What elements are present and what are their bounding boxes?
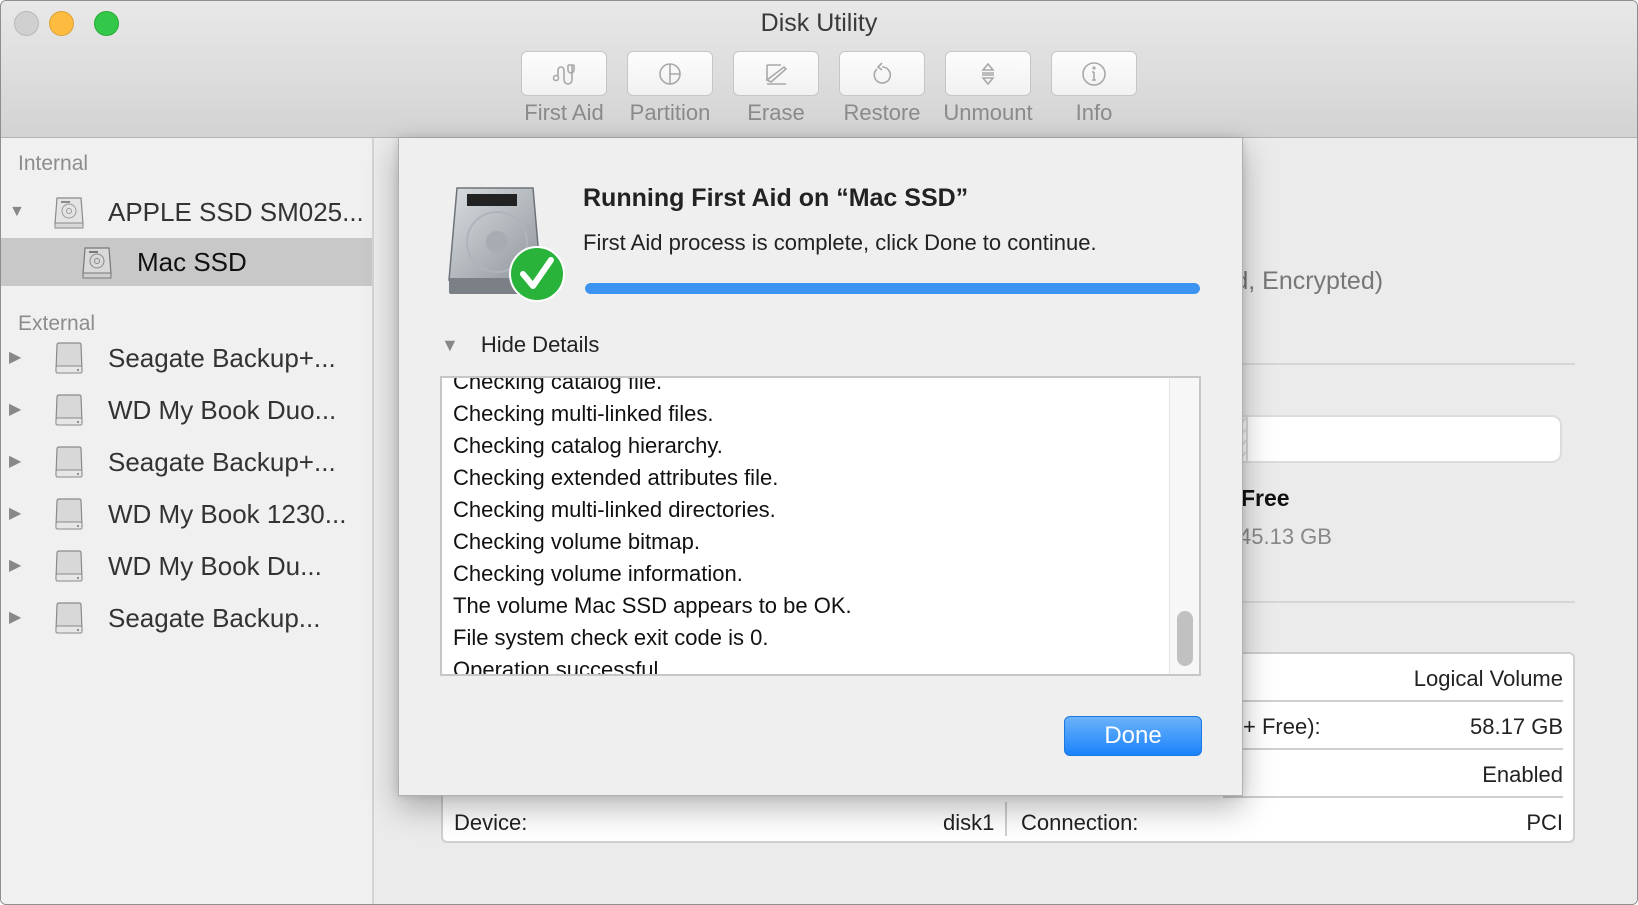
restore-label: Restore <box>843 100 921 125</box>
sidebar-item-external-disk[interactable]: ▶ WD My Book 1230... <box>1 490 372 538</box>
column-divider <box>1005 802 1007 836</box>
sidebar-item-label: Seagate Backup+... <box>108 342 336 373</box>
device-label: Device: <box>454 810 528 835</box>
partition-label: Partition <box>629 100 711 125</box>
log-lines: Checking catalog file. Checking multi-lin… <box>453 376 852 676</box>
disclosure-expanded-icon[interactable]: ▼ <box>9 204 25 220</box>
sidebar-item-external-disk[interactable]: ▶ Seagate Backup+... <box>1 334 372 382</box>
owners-value: Enabled <box>1482 762 1563 787</box>
erase-button[interactable]: Erase <box>723 51 829 126</box>
partition-button[interactable]: Partition <box>617 51 723 126</box>
external-disk-icon <box>55 446 83 478</box>
external-disk-icon <box>55 498 83 530</box>
log-line: Checking extended attributes file. <box>453 465 779 490</box>
type-value: Logical Volume <box>1413 666 1563 691</box>
sidebar-item-external-disk[interactable]: ▶ WD My Book Duo... <box>1 386 372 434</box>
disclosure-collapsed-icon[interactable]: ▶ <box>9 402 25 418</box>
erase-icon <box>765 63 788 85</box>
internal-disk-icon <box>54 197 84 229</box>
hard-drive-success-icon <box>448 187 565 302</box>
titlebar: Disk Utility First Aid Partition Erase R… <box>1 1 1637 138</box>
sidebar-item-label: Seagate Backup... <box>108 602 321 633</box>
row-divider <box>1223 748 1563 750</box>
scrollbar-thumb[interactable] <box>1177 611 1193 666</box>
window-title: Disk Utility <box>760 9 878 37</box>
first-aid-sheet: Running First Aid on “Mac SSD” First Aid… <box>398 138 1243 796</box>
log-line: Checking volume information. <box>453 561 743 586</box>
sidebar: Internal ▼ APPLE SSD SM025... Mac SSD Ex… <box>1 138 374 904</box>
log-line: The volume Mac SSD appears to be OK. <box>453 593 852 618</box>
restore-button[interactable]: Restore <box>829 51 935 126</box>
external-disk-icon <box>55 394 83 426</box>
info-button[interactable]: Info <box>1041 51 1147 126</box>
free-label: Free <box>1241 485 1290 511</box>
log-line: File system check exit code is 0. <box>453 625 769 650</box>
external-section-label: External <box>18 312 96 335</box>
unmount-button[interactable]: Unmount <box>935 51 1041 126</box>
info-label: Info <box>1075 100 1113 125</box>
details-log[interactable]: Checking catalog file. Checking multi-lin… <box>440 376 1201 676</box>
external-disk-icon <box>55 342 83 374</box>
disclosure-collapsed-icon[interactable]: ▶ <box>9 610 25 626</box>
unmount-label: Unmount <box>943 100 1033 125</box>
disclosure-collapsed-icon[interactable]: ▶ <box>9 506 25 522</box>
disk-utility-window: Disk Utility First Aid Partition Erase R… <box>0 0 1638 905</box>
sheet-title: Running First Aid on “Mac SSD” <box>583 184 969 212</box>
internal-section-label: Internal <box>18 152 89 175</box>
first-aid-button[interactable]: First Aid <box>511 51 617 126</box>
sidebar-item-external-disk[interactable]: ▶ WD My Book Du... <box>1 542 372 590</box>
log-line: Checking multi-linked directories. <box>453 497 776 522</box>
capacity-label: + Free): <box>1243 714 1321 739</box>
disclosure-collapsed-icon[interactable]: ▶ <box>9 558 25 574</box>
toolbar: First Aid Partition Erase Restore Unmoun… <box>511 51 1147 126</box>
sidebar-item-label: Mac SSD <box>137 246 247 277</box>
capacity-value: 58.17 GB <box>1470 714 1563 739</box>
disclosure-collapsed-icon[interactable]: ▶ <box>9 350 25 366</box>
log-line: Checking volume bitmap. <box>453 529 701 554</box>
restore-icon <box>873 61 892 84</box>
sidebar-item-label: WD My Book Duo... <box>108 394 337 425</box>
sidebar-item-label: WD My Book 1230... <box>108 498 347 529</box>
external-disk-icon <box>55 550 83 582</box>
connection-label: Connection: <box>1021 810 1139 835</box>
progress-fill <box>585 283 1200 294</box>
row-divider <box>1223 796 1563 798</box>
log-line: Checking catalog hierarchy. <box>453 433 723 458</box>
pie-chart-icon <box>659 62 681 85</box>
divider <box>1201 363 1575 365</box>
connection-value: PCI <box>1526 810 1563 835</box>
sidebar-item-label: Seagate Backup+... <box>108 446 336 477</box>
disclosure-collapsed-icon[interactable]: ▶ <box>9 454 25 470</box>
sidebar-item-apple-ssd[interactable]: ▼ APPLE SSD SM025... <box>1 188 372 236</box>
volume-icon <box>82 247 112 279</box>
divider <box>1201 601 1575 603</box>
sidebar-item-mac-ssd[interactable]: Mac SSD <box>1 238 372 286</box>
row-divider <box>1223 700 1563 702</box>
log-scrollbar[interactable] <box>1169 378 1199 674</box>
external-disk-icon <box>55 602 83 634</box>
sidebar-item-label: APPLE SSD SM025... <box>108 196 364 227</box>
log-line: Checking catalog file. <box>453 376 663 394</box>
free-value: 45.13 GB <box>1239 524 1332 549</box>
log-line: Checking multi-linked files. <box>453 401 714 426</box>
hide-details-toggle[interactable]: ▼ Hide Details <box>441 332 599 358</box>
sidebar-item-external-disk[interactable]: ▶ Seagate Backup+... <box>1 438 372 486</box>
disclosure-expanded-icon: ▼ <box>441 334 459 355</box>
done-button[interactable]: Done <box>1064 716 1202 756</box>
erase-label: Erase <box>747 100 805 125</box>
info-icon <box>1082 61 1106 86</box>
stethoscope-icon <box>552 63 575 85</box>
first-aid-label: First Aid <box>524 100 604 125</box>
log-line: Operation successful. <box>453 657 665 676</box>
sidebar-item-label: WD My Book Du... <box>108 550 322 581</box>
progress-bar <box>585 283 1200 294</box>
sheet-message: First Aid process is complete, click Don… <box>583 230 1097 255</box>
eject-icon <box>981 62 995 85</box>
sidebar-item-external-disk[interactable]: ▶ Seagate Backup... <box>1 594 372 642</box>
hide-details-label: Hide Details <box>480 332 600 357</box>
device-value: disk1 <box>943 810 995 835</box>
